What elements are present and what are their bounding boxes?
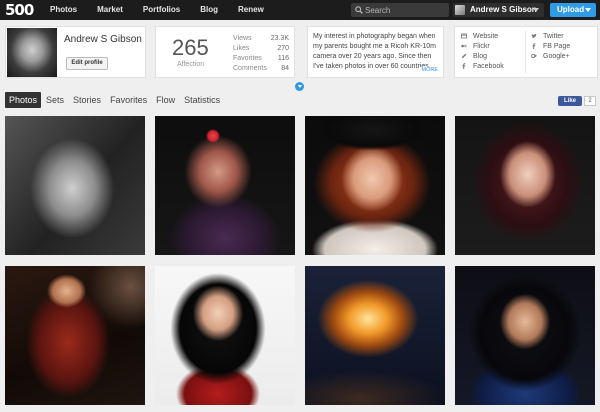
upload-button[interactable]: Upload (550, 3, 596, 17)
chevron-down-icon (533, 8, 539, 12)
facebook-like-count: 2 (584, 96, 596, 106)
facebook-like-button[interactable]: Like (558, 96, 582, 106)
user-menu[interactable]: Andrew S Gibson (453, 3, 544, 17)
photo-thumbnail[interactable] (455, 116, 595, 255)
search-icon (355, 6, 363, 14)
tab-statistics[interactable]: Statistics (180, 92, 224, 108)
stat-label: Comments (233, 65, 267, 72)
nav-link-blog[interactable]: Blog (200, 0, 218, 20)
user-menu-name: Andrew S Gibson (470, 5, 537, 14)
stat-row-favorites: Favorites 116 (233, 54, 289, 64)
links-card: Website Flickr Blog Facebook Twitter FB … (454, 26, 598, 78)
link-label: Website (473, 32, 499, 40)
top-navigation-bar: 500 Photos Market Portfolios Blog Renew … (0, 0, 600, 20)
stat-label: Views (233, 35, 252, 42)
nav-link-portfolios[interactable]: Portfolios (143, 0, 180, 20)
tab-sets[interactable]: Sets (42, 92, 68, 108)
bio-more-link[interactable]: MORE (418, 67, 438, 73)
search-box[interactable] (351, 3, 449, 17)
website-icon (461, 33, 467, 39)
photo-thumbnail[interactable] (155, 266, 295, 405)
stat-row-views: Views 23.3K (233, 34, 289, 44)
photo-thumbnail[interactable] (5, 266, 145, 405)
expand-profile-toggle[interactable] (295, 82, 304, 91)
facebook-icon (462, 63, 466, 69)
facebook-like-label: Like (563, 98, 576, 104)
twitter-icon (531, 33, 537, 38)
stat-value: 116 (277, 55, 289, 62)
bio-card: My interest in photography began when my… (307, 26, 444, 78)
tab-stories[interactable]: Stories (69, 92, 105, 108)
nav-link-market[interactable]: Market (97, 0, 123, 20)
profile-tabs: Photos Sets Stories Favorites Flow Stati… (5, 92, 225, 108)
stats-list: Views 23.3K Likes 270 Favorites 116 Comment… (233, 34, 289, 74)
nav-link-photos[interactable]: Photos (50, 0, 77, 20)
photo-thumbnail[interactable] (455, 266, 595, 405)
link-flickr[interactable]: Flickr (461, 41, 504, 51)
flickr-icon (461, 44, 467, 48)
profile-name: Andrew S Gibson (64, 34, 142, 45)
link-blog[interactable]: Blog (461, 51, 504, 61)
links-column-1: Website Flickr Blog Facebook (461, 31, 504, 71)
link-label: Flickr (473, 42, 490, 50)
link-label: Twitter (543, 32, 564, 40)
upload-dropdown-icon (585, 8, 591, 12)
tab-photos[interactable]: Photos (5, 92, 42, 108)
nav-link-renew[interactable]: Renew (238, 0, 264, 20)
stat-row-comments: Comments 84 (233, 64, 289, 74)
upload-label: Upload (557, 5, 585, 14)
blog-icon (462, 53, 467, 58)
stat-value: 270 (277, 45, 289, 52)
link-twitter[interactable]: Twitter (531, 31, 570, 41)
main-nav: Photos Market Portfolios Blog Renew (50, 0, 284, 20)
photo-thumbnail[interactable] (155, 116, 295, 255)
stat-label: Likes (233, 45, 250, 52)
edit-profile-button[interactable]: Edit profile (66, 57, 108, 70)
stat-label: Favorites (233, 55, 262, 62)
tab-favorites[interactable]: Favorites (106, 92, 151, 108)
affection-label: Affection (177, 61, 205, 68)
link-website[interactable]: Website (461, 31, 504, 41)
links-divider (525, 31, 526, 73)
search-input[interactable] (365, 3, 447, 17)
stat-row-likes: Likes 270 (233, 44, 289, 54)
affection-count: 265 (172, 35, 209, 60)
link-label: Blog (473, 52, 488, 60)
link-label: Google+ (543, 52, 570, 60)
links-column-2: Twitter FB Page Google+ (531, 31, 570, 61)
photo-thumbnail[interactable] (305, 116, 445, 255)
logo-500px[interactable]: 500 (5, 2, 35, 18)
stat-value: 84 (281, 65, 289, 72)
link-label: Facebook (473, 62, 504, 70)
photo-thumbnail[interactable] (5, 116, 145, 255)
tab-flow[interactable]: Flow (152, 92, 179, 108)
profile-avatar[interactable] (7, 28, 57, 77)
stats-card: 265 Affection Views 23.3K Likes 270 Favori… (155, 26, 295, 78)
photo-thumbnail[interactable] (305, 266, 445, 405)
facebook-page-icon (532, 43, 536, 49)
bio-text: My interest in photography began when my… (313, 33, 436, 70)
link-fb-page[interactable]: FB Page (531, 41, 570, 51)
user-avatar (455, 5, 465, 15)
stat-value: 23.3K (270, 35, 289, 42)
link-label: FB Page (543, 42, 571, 50)
google-plus-icon (531, 53, 537, 59)
link-facebook[interactable]: Facebook (461, 61, 504, 71)
profile-card: Andrew S Gibson Edit profile (5, 26, 146, 78)
link-google-plus[interactable]: Google+ (531, 51, 570, 61)
